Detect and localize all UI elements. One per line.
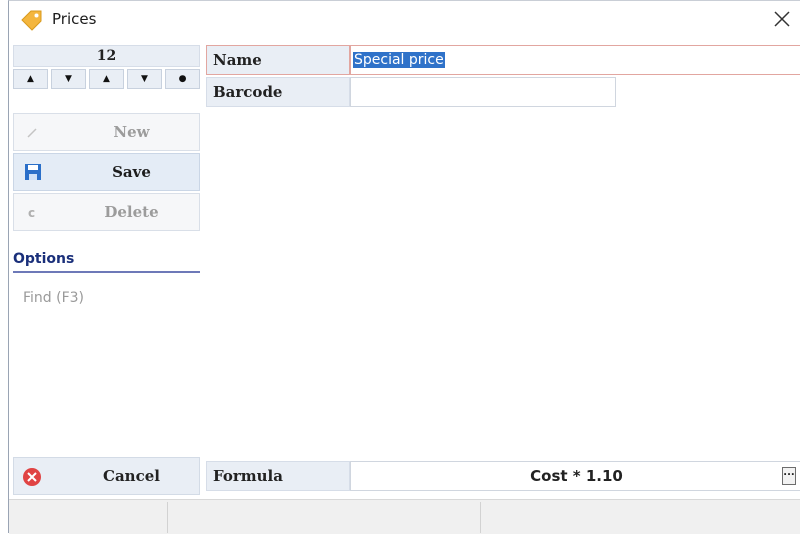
first-record-button[interactable]: ▲︎: [13, 69, 48, 89]
status-segment: [167, 502, 481, 533]
barcode-input[interactable]: [350, 77, 616, 107]
previous-record-button[interactable]: ▼: [51, 69, 86, 89]
svg-text:c: c: [28, 206, 35, 220]
save-label: Save: [112, 163, 151, 181]
delete-button[interactable]: c Delete: [13, 193, 200, 231]
barcode-label: Barcode: [206, 77, 350, 107]
formula-input[interactable]: Cost * 1.10: [350, 461, 800, 491]
cancel-label: Cancel: [103, 467, 160, 485]
find-option[interactable]: Find (F3): [23, 290, 84, 306]
delete-icon: c: [28, 206, 35, 220]
delete-label: Delete: [104, 203, 159, 221]
options-header: Options: [13, 251, 200, 273]
status-bar: [9, 499, 800, 534]
cancel-icon: [23, 468, 41, 486]
price-tag-icon: [21, 10, 42, 31]
name-row: Name Special price: [206, 45, 800, 75]
name-input[interactable]: Special price: [350, 45, 800, 75]
close-icon[interactable]: [771, 8, 793, 30]
formula-row: Formula Cost * 1.10 ...: [206, 461, 800, 491]
prices-window: Prices 12 ▲︎ ▼ ▲ ▼ ● New Save c Delete O…: [8, 0, 800, 534]
last-record-button[interactable]: ▼: [127, 69, 162, 89]
record-navigator: ▲︎ ▼ ▲ ▼ ●: [13, 69, 200, 89]
barcode-row: Barcode: [206, 77, 616, 107]
new-label: New: [113, 123, 150, 141]
pencil-icon: [27, 128, 37, 138]
floppy-disk-icon: [25, 164, 41, 180]
record-counter: 12: [13, 45, 200, 67]
new-button[interactable]: New: [13, 113, 200, 151]
formula-browse-button[interactable]: ...: [782, 467, 796, 485]
title-bar: Prices: [9, 1, 800, 41]
current-record-button[interactable]: ●: [165, 69, 200, 89]
window-title: Prices: [52, 10, 97, 28]
left-panel: 12 ▲︎ ▼ ▲ ▼ ● New Save c Delete Options …: [9, 45, 202, 495]
name-value: Special price: [353, 52, 445, 68]
save-button[interactable]: Save: [13, 153, 200, 191]
next-record-button[interactable]: ▲: [89, 69, 124, 89]
cancel-button[interactable]: Cancel: [13, 457, 200, 495]
formula-label: Formula: [206, 461, 350, 491]
name-label: Name: [206, 45, 350, 75]
